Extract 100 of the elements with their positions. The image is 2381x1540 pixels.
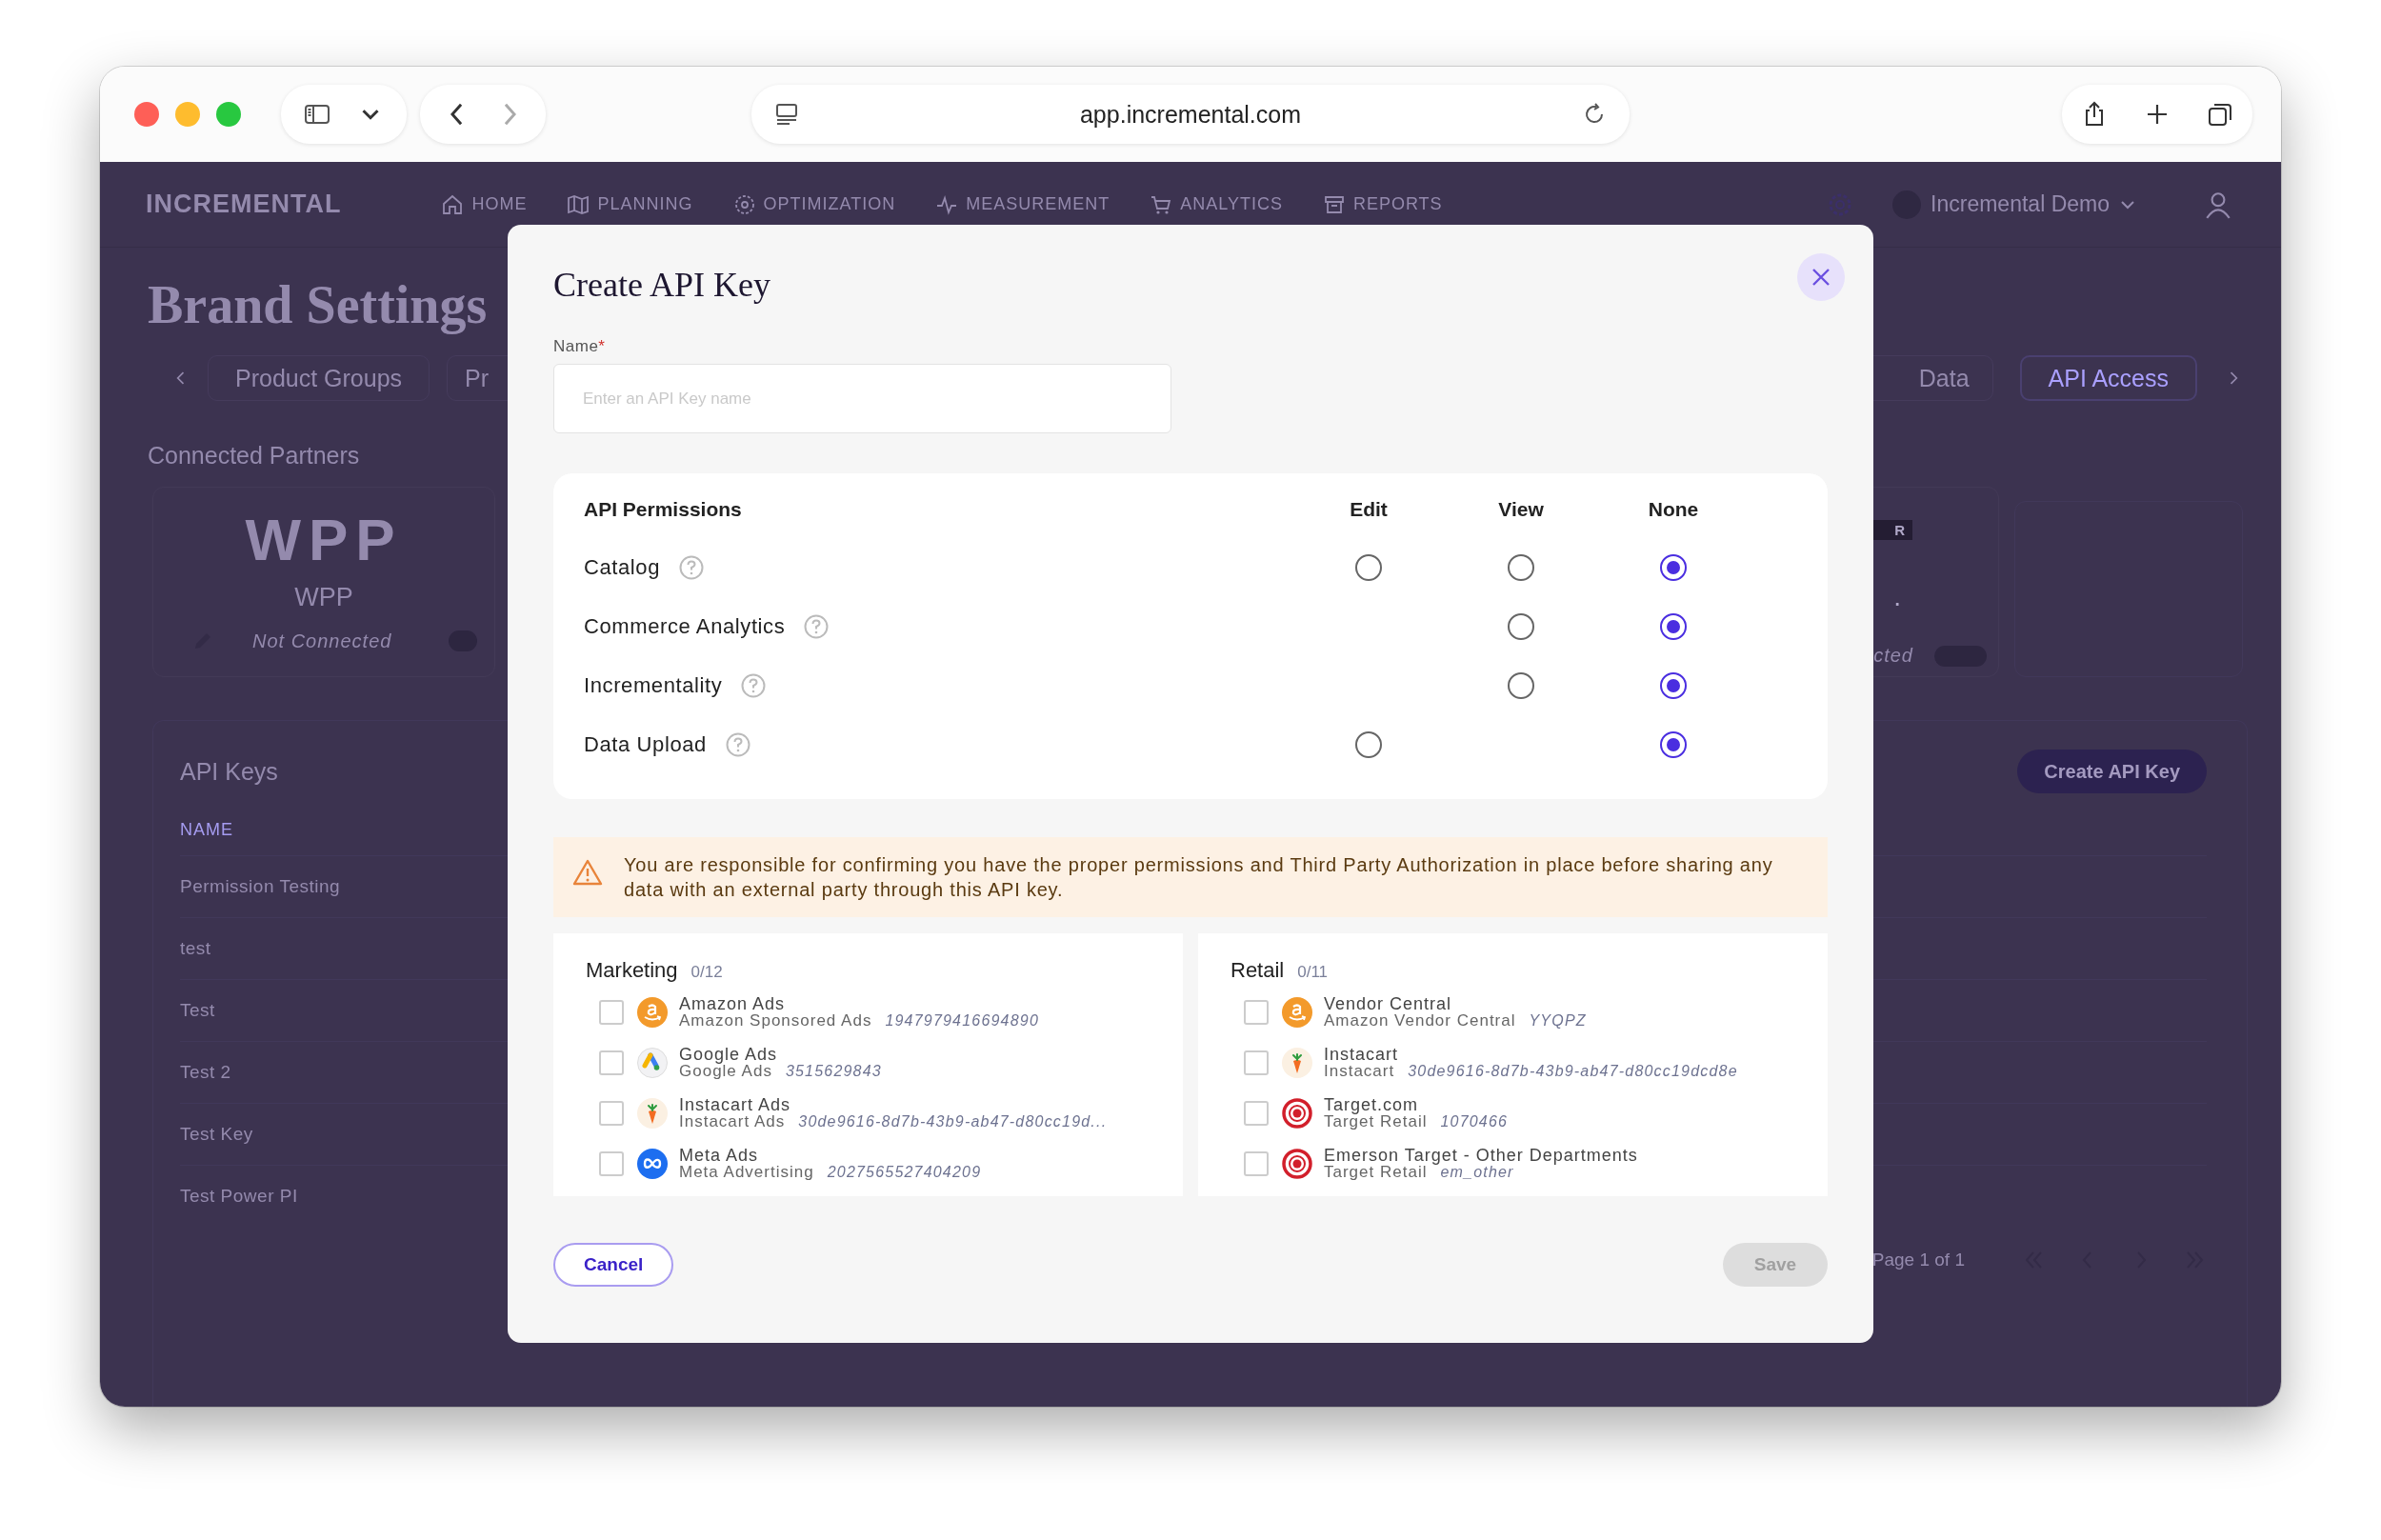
product-name: Target Retail	[1324, 1164, 1428, 1180]
selection-count: 0/11	[1297, 963, 1329, 982]
table-cell: Permission Testing	[180, 876, 341, 897]
partner-name: WPP	[294, 583, 353, 612]
group-title: Marketing	[586, 958, 678, 983]
table-cell: Test Key	[180, 1124, 253, 1145]
checkbox[interactable]	[599, 1101, 624, 1126]
account-id: 1947979416694890	[885, 1012, 1039, 1029]
checkbox[interactable]	[1244, 1050, 1269, 1075]
smile-logo-icon	[637, 997, 668, 1028]
required-mark: *	[598, 337, 606, 356]
table-cell: Test Power PI	[180, 1186, 298, 1207]
pagination-text: Page 1 of 1	[1871, 1250, 1965, 1270]
radio-button[interactable]	[1660, 672, 1687, 699]
chevron-right-icon	[503, 103, 516, 126]
integration-name: Vendor Central	[1324, 996, 1453, 1012]
permission-label: Commerce Analytics	[584, 614, 786, 639]
radio-button[interactable]	[1508, 554, 1534, 581]
nav-item[interactable]: PLANNING	[567, 192, 693, 216]
permission-label: Data Upload	[584, 732, 707, 757]
account-menu[interactable]: Incremental Demo	[1892, 190, 2136, 219]
account-id: em_other	[1440, 1164, 1514, 1180]
integration-name: Emerson Target - Other Departments	[1324, 1148, 1638, 1164]
checkbox[interactable]	[1244, 1101, 1269, 1126]
nav-item[interactable]: HOME	[441, 192, 528, 216]
minimize-window-button[interactable]	[175, 102, 200, 127]
account-id: 2027565527404209	[827, 1164, 982, 1180]
radio-button[interactable]	[1508, 672, 1534, 699]
checkbox[interactable]	[1244, 1000, 1269, 1025]
tab[interactable]: API Access	[2019, 355, 2197, 401]
product-name: Google Ads	[679, 1063, 772, 1079]
chevron-down-icon	[361, 109, 380, 120]
section-title: Connected Partners	[148, 442, 360, 470]
integration-name: Target.com	[1324, 1097, 1420, 1113]
help-icon[interactable]	[679, 555, 705, 580]
address-bar[interactable]: app.incremental.com	[751, 85, 1630, 144]
nav-item[interactable]: ANALYTICS	[1150, 192, 1283, 216]
field-label: Name	[553, 337, 599, 356]
checkbox[interactable]	[1244, 1151, 1269, 1176]
triangle-logo-icon	[637, 1048, 668, 1078]
account-id: 1070466	[1440, 1113, 1509, 1130]
product-name: Instacart Ads	[679, 1113, 786, 1130]
create-api-key-button[interactable]: Create API Key	[2017, 750, 2207, 793]
permission-label: Incrementality	[584, 673, 723, 698]
warning-text: You are responsible for confirming you have the proper permissions and Third Party Authorization in place before sharing any data with an external party through this API key.	[624, 853, 1774, 902]
radio-button[interactable]	[1660, 613, 1687, 640]
permission-label: Catalog	[584, 555, 661, 580]
warning-icon	[572, 858, 603, 887]
smile-logo-icon	[1282, 997, 1312, 1028]
close-window-button[interactable]	[134, 102, 159, 127]
checkbox[interactable]	[599, 1050, 624, 1075]
connection-status: cted	[1873, 645, 1913, 667]
nav-item[interactable]: OPTIMIZATION	[732, 192, 896, 216]
column-header: Edit	[1350, 498, 1388, 521]
product-name: Amazon Vendor Central	[1324, 1012, 1516, 1029]
account-id: 30de9616-8d7b-43b9-ab47-d80cc19dcd8e	[1408, 1063, 1738, 1079]
brand-logo[interactable]: INCREMENTAL	[146, 190, 342, 219]
bullseye-logo-icon	[1282, 1098, 1312, 1129]
help-icon[interactable]	[804, 614, 830, 639]
infinity-logo-icon	[637, 1149, 668, 1179]
column-header: NAME	[180, 820, 233, 841]
product-name: Amazon Sponsored Ads	[679, 1012, 872, 1029]
column-header: View	[1498, 498, 1544, 521]
checkbox[interactable]	[599, 1151, 624, 1176]
permissions-title: API Permissions	[584, 498, 743, 521]
tab[interactable]: Product Groups	[208, 355, 430, 401]
dialog-title: Create API Key	[553, 265, 770, 306]
radio-button[interactable]	[1355, 554, 1382, 581]
radio-button[interactable]	[1508, 613, 1534, 640]
target-icon	[732, 192, 756, 216]
group-title: Retail	[1231, 958, 1285, 983]
integration-name: Instacart Ads	[679, 1097, 792, 1113]
zoom-window-button[interactable]	[216, 102, 241, 127]
product-name: Instacart	[1324, 1063, 1395, 1079]
product-name: Meta Advertising	[679, 1164, 814, 1180]
cancel-button[interactable]: Cancel	[553, 1243, 674, 1287]
table-cell: Test 2	[180, 1062, 231, 1083]
table-cell: test	[180, 938, 211, 959]
integration-name: Instacart	[1324, 1047, 1400, 1063]
selection-count: 0/12	[690, 963, 723, 982]
url-text: app.incremental.com	[1079, 100, 1302, 129]
card-title: API Keys	[180, 757, 278, 786]
checkbox[interactable]	[599, 1000, 624, 1025]
carrot-logo-icon	[637, 1098, 668, 1129]
partner-logo: WPP	[245, 506, 403, 574]
help-icon[interactable]	[725, 732, 750, 757]
radio-button[interactable]	[1660, 731, 1687, 758]
help-icon[interactable]	[741, 673, 767, 698]
close-icon	[1811, 267, 1831, 288]
nav-item[interactable]: MEASUREMENT	[935, 192, 1110, 216]
radio-button[interactable]	[1660, 554, 1687, 581]
integration-name: Google Ads	[679, 1047, 779, 1063]
account-id: 3515629843	[785, 1063, 882, 1079]
nav-item[interactable]: REPORTS	[1322, 192, 1443, 216]
close-button[interactable]	[1797, 253, 1845, 301]
connection-status: Not Connected	[252, 630, 392, 652]
partner-name: .	[1893, 588, 1901, 607]
page-title: Brand Settings	[148, 274, 488, 335]
radio-button[interactable]	[1355, 731, 1382, 758]
product-name: Target Retail	[1324, 1113, 1428, 1130]
